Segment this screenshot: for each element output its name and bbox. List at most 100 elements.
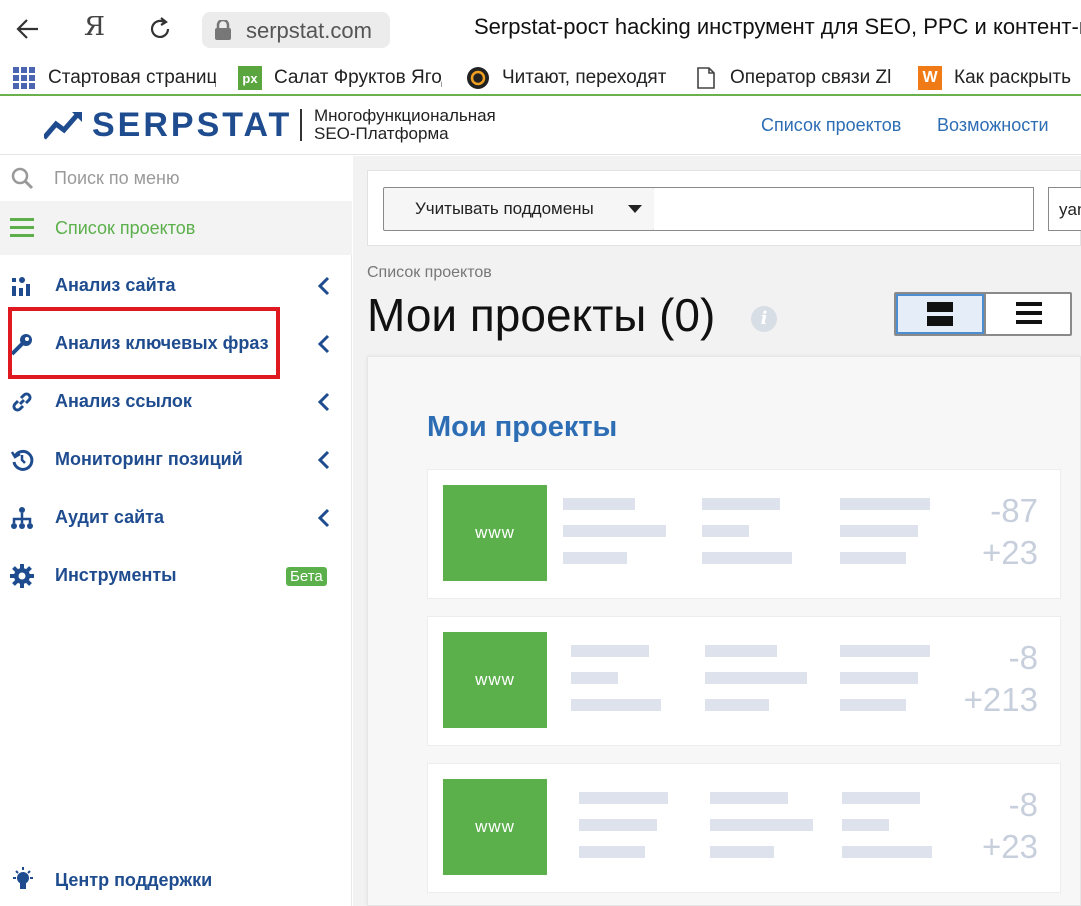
grid-icon [12,66,36,90]
chevron-left-icon [316,275,332,297]
project-logo: www [443,632,547,728]
lock-icon [214,18,232,40]
serpstat-logo[interactable]: SERPSTAT [44,105,294,144]
project-stat-1: -87 [990,492,1038,529]
hamburger-icon [10,218,34,238]
view-toggle [894,292,1072,336]
info-icon[interactable]: i [751,306,777,332]
sidebar-item-rank-tracking[interactable]: Мониторинг позиций [0,431,352,489]
list-view-icon [1016,302,1042,324]
placeholder-bar [702,552,792,564]
subdomains-label: Учитывать поддомены [415,199,594,218]
bookmark-label: Как раскрыть [954,67,1071,88]
breadcrumb[interactable]: Список проектов [367,264,492,282]
project-stat-2: +23 [982,828,1038,865]
chevron-left-icon [316,333,332,355]
highlight-box [8,307,280,379]
bookmark-item[interactable]: Оператор связи Zl [694,64,894,92]
link-icon [10,390,34,414]
menu-search [0,156,352,201]
sidebar-item-projects-list[interactable]: Список проектов [0,201,352,255]
bookmark-item[interactable]: px Салат Фруктов Ягод [238,64,442,92]
support-label: Центр поддержки [55,870,213,890]
sitemap-icon [10,506,34,530]
px-icon: px [238,66,262,90]
placeholder-bar [710,792,788,804]
sidebar-item-site-audit[interactable]: Аудит сайта [0,489,352,547]
sidebar-item-label: Анализ ссылок [55,391,192,411]
placeholder-bar [840,525,918,537]
lightbulb-icon [10,866,36,894]
project-logo: www [443,485,547,581]
placeholder-bar [705,645,777,657]
sidebar-item-label: Анализ сайта [55,275,176,295]
placeholder-bar [563,498,635,510]
list-view-button[interactable] [984,294,1072,334]
tagline-line: SEO-Платформа [314,124,449,143]
bookmarks-bar: Стартовая страница px Салат Фруктов Ягод… [0,60,1081,96]
bookmark-label: Читают, переходят [502,67,667,88]
sidebar-item-label: Список проектов [55,218,196,238]
placeholder-bar [842,846,932,858]
yandex-button[interactable]: Я [84,12,105,42]
project-logo: www [443,779,547,875]
placeholder-bar [579,819,657,831]
main-content: Учитывать поддомены yandex Список проект… [353,156,1081,906]
sidebar-item-tools[interactable]: Инструменты Бета [0,547,352,605]
support-center-link[interactable]: Центр поддержки [0,856,352,904]
search-filter-bar: Учитывать поддомены yandex [367,170,1081,246]
nav-features[interactable]: Возможности [937,115,1049,136]
bookmark-label: Салат Фруктов Ягод [274,67,442,88]
placeholder-bar [563,552,627,564]
tagline-line: Многофункциональная [314,106,496,125]
search-icon [10,166,34,190]
bookmark-label: Оператор связи Zl [730,67,892,88]
history-icon [10,448,34,472]
card-view-button[interactable] [896,294,984,334]
page-title: Мои проекты (0) [367,289,716,341]
bookmark-item[interactable]: Читают, переходят [466,64,670,92]
logo-text: SERPSTAT [92,105,293,144]
subdomains-dropdown[interactable]: Учитывать поддомены [383,187,655,231]
placeholder-bar [840,645,930,657]
reload-icon[interactable] [146,14,174,44]
nav-projects-list[interactable]: Список проектов [761,115,901,136]
logo-divider [300,109,302,141]
placeholder-bar [705,699,769,711]
placeholder-bar [842,819,889,831]
arrow-left-icon[interactable] [14,14,42,44]
project-card[interactable]: www -8 +23 [427,763,1061,893]
placeholder-bar [840,552,906,564]
circle-logo-icon [466,66,490,90]
bookmark-item[interactable]: W Как раскрыть [918,64,1081,92]
site-analysis-icon [10,274,34,298]
menu-search-input[interactable] [54,164,334,192]
placeholder-bar [579,846,645,858]
placeholder-bar [571,699,661,711]
placeholder-bar [840,672,918,684]
placeholder-bar [705,672,807,684]
placeholder-bar [840,498,930,510]
projects-panel: Мои проекты www -87 +23 www -8 +213 www … [367,356,1081,906]
page-tab-title: Serpstat-рост hacking инструмент для SEO… [474,14,1081,39]
browser-toolbar: Я serpstat.com Serpstat-рост hacking инс… [0,0,1081,60]
project-card[interactable]: www -8 +213 [427,616,1061,746]
beta-badge: Бета [286,567,327,586]
project-stat-1: -8 [1008,639,1038,676]
panel-title: Мои проекты [427,411,618,443]
sidebar-item-link-analysis[interactable]: Анализ ссылок [0,373,352,431]
domain-input[interactable] [654,187,1034,231]
bookmark-item[interactable]: Стартовая страница [12,64,216,92]
card-view-icon [927,302,953,326]
logo-chart-icon [44,112,82,140]
address-bar[interactable]: serpstat.com [202,12,390,48]
placeholder-bar [563,525,666,537]
gear-icon [10,564,34,588]
sidebar-item-label: Инструменты [55,565,177,585]
database-select[interactable]: yandex [1048,187,1081,231]
project-card[interactable]: www -87 +23 [427,469,1061,599]
placeholder-bar [842,792,920,804]
placeholder-bar [571,672,618,684]
document-icon [694,66,718,90]
project-stat-2: +213 [963,681,1038,718]
